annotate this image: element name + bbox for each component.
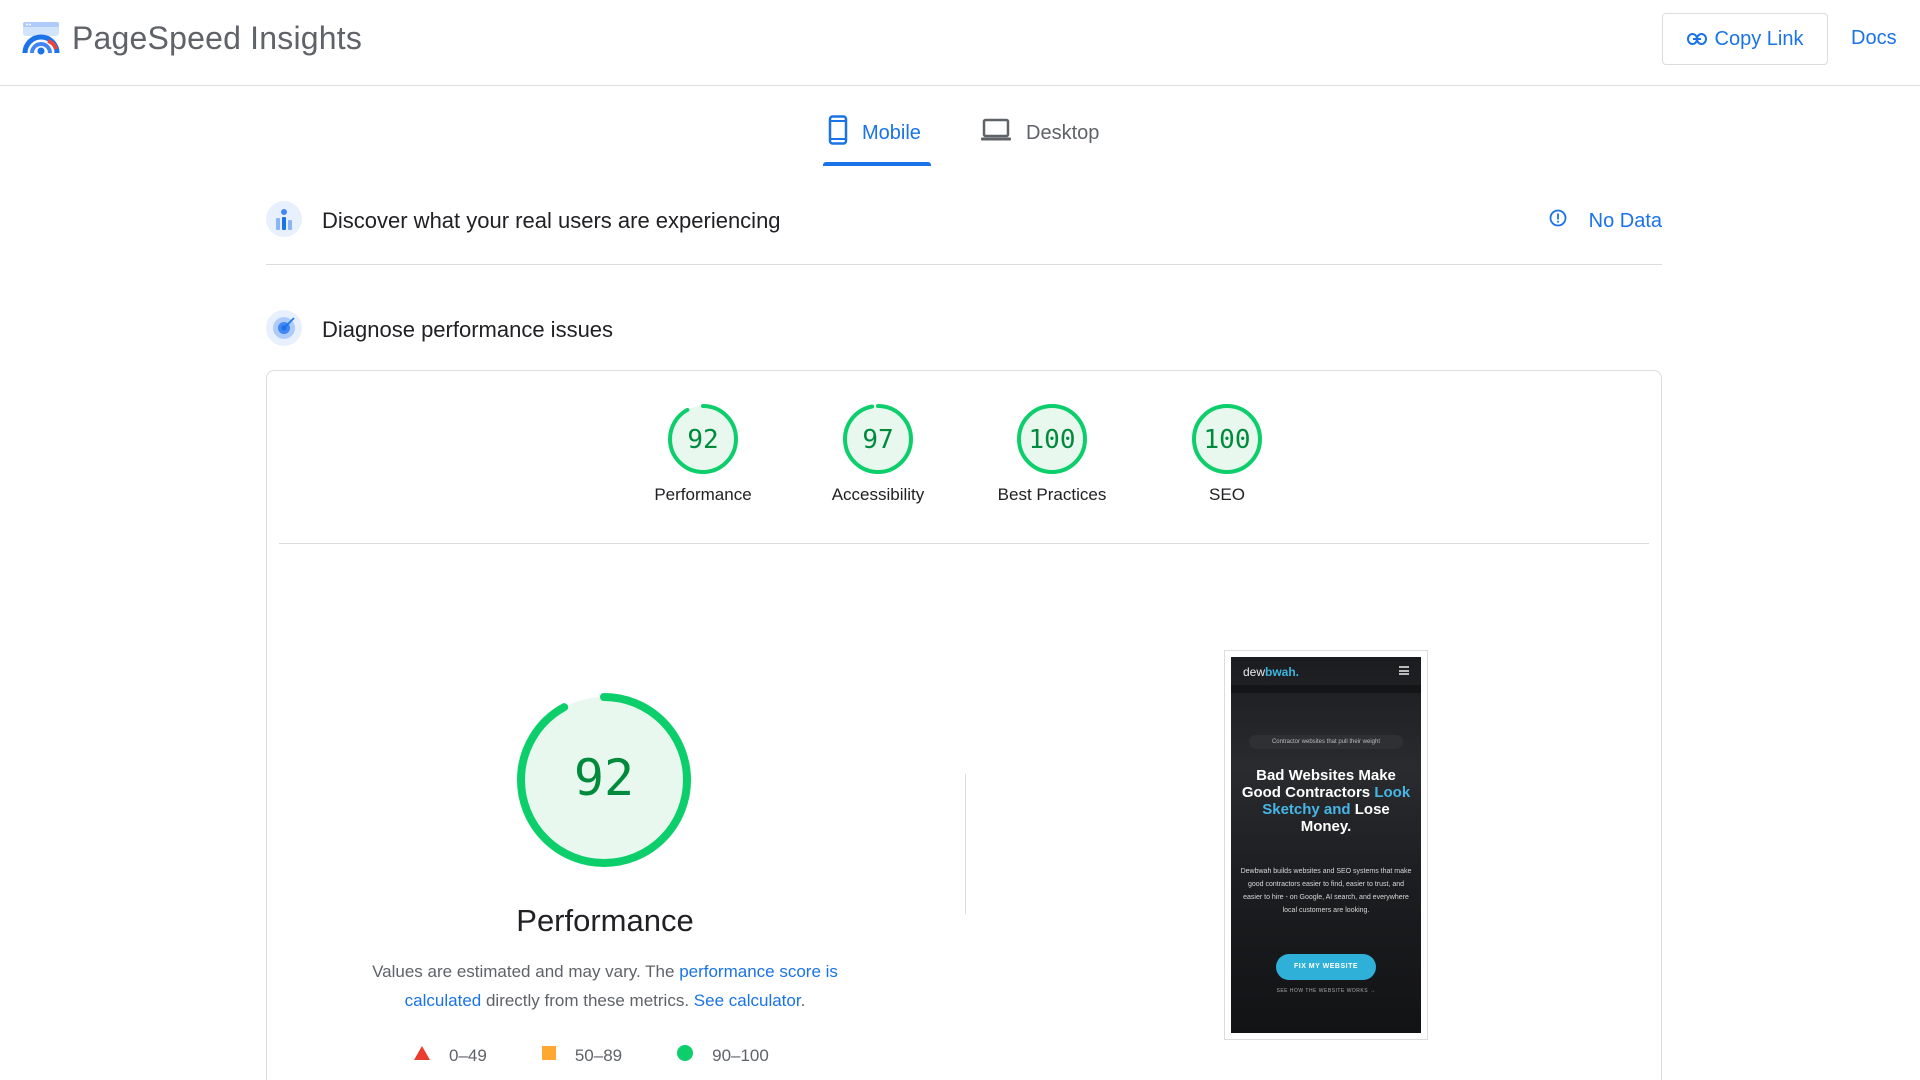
tab-mobile-label: Mobile — [862, 121, 921, 144]
gauge-accessibility[interactable]: 97 Accessibility — [808, 403, 948, 505]
accessibility-gauge-ring: 97 — [843, 404, 913, 474]
tab-desktop-label: Desktop — [1026, 121, 1100, 144]
smartphone-icon — [823, 115, 862, 151]
best-practices-label: Best Practices — [997, 485, 1107, 504]
lab-target-icon — [266, 309, 302, 351]
link-icon — [1686, 28, 1715, 51]
no-data-label: No Data — [1588, 209, 1662, 232]
docs-link[interactable]: Docs — [1851, 27, 1897, 50]
pagespeed-logo-icon — [22, 21, 60, 57]
gauge-seo[interactable]: 100 SEO — [1157, 403, 1297, 505]
accessibility-score-value: 97 — [862, 425, 893, 455]
seo-score-value: 100 — [1204, 425, 1251, 455]
screenshot-logo: dewbwah. — [1243, 665, 1300, 679]
performance-big-gauge: 92 — [513, 689, 695, 876]
lighthouse-report-card: 92 Performance 97 Accessibility 100 Best… — [266, 370, 1662, 1080]
see-calculator-link[interactable]: See calculator — [694, 991, 801, 1010]
brand[interactable]: PageSpeed Insights — [22, 20, 362, 57]
diagnose-title: Diagnose performance issues — [322, 317, 614, 342]
device-tabs: Mobile Desktop — [0, 100, 1920, 166]
tab-desktop[interactable]: Desktop — [980, 100, 1099, 166]
screenshot-sub-link: SEE HOW THE WEBSITE WORKS → — [1276, 988, 1376, 994]
field-data-section: Discover what your real users are experi… — [266, 200, 1662, 242]
screenshot-content: dewbwah. Contractor websites that pull t… — [1231, 657, 1421, 1033]
screenshot-headline: Bad Websites Make Good Contractors Look … — [1241, 767, 1411, 835]
no-data-link[interactable]: No Data — [1549, 209, 1662, 233]
performance-label: Performance — [654, 485, 752, 504]
legend-average: 50–89 — [541, 1045, 622, 1066]
copy-link-button[interactable]: Copy Link — [1662, 13, 1828, 65]
orange-square-icon — [541, 1045, 575, 1066]
performance-score-value: 92 — [687, 425, 718, 455]
best-practices-score-value: 100 — [1029, 425, 1076, 455]
page-screenshot-thumbnail[interactable]: dewbwah. Contractor websites that pull t… — [1224, 650, 1428, 1040]
info-icon — [1549, 209, 1589, 233]
tab-mobile[interactable]: Mobile — [823, 100, 931, 166]
legend-fail: 0–49 — [413, 1045, 487, 1066]
red-triangle-icon — [413, 1045, 449, 1066]
seo-gauge-ring: 100 — [1192, 404, 1262, 474]
section-divider — [266, 264, 1662, 265]
note-middle: directly from these metrics. — [481, 991, 694, 1010]
laptop-icon — [980, 118, 1026, 148]
green-circle-icon — [676, 1044, 712, 1067]
best-practices-gauge-ring: 100 — [1017, 404, 1087, 474]
legend-pass-label: 90–100 — [712, 1045, 769, 1065]
legend-fail-label: 0–49 — [449, 1045, 487, 1065]
performance-gauge-ring: 92 — [668, 404, 738, 474]
note-suffix: . — [800, 991, 806, 1010]
performance-big-score: 92 — [574, 749, 634, 807]
performance-note: Values are estimated and may vary. The p… — [343, 957, 867, 1015]
copy-link-label: Copy Link — [1714, 27, 1804, 50]
diagnose-section: Diagnose performance issues — [266, 309, 1662, 351]
seo-label: SEO — [1209, 485, 1245, 504]
screenshot-cta-button: FIX MY WEBSITE — [1276, 954, 1376, 980]
hamburger-menu-icon — [1399, 666, 1409, 675]
vertical-divider — [965, 774, 966, 914]
screenshot-body: Dewbwah builds websites and SEO systems … — [1240, 868, 1412, 914]
screenshot-badge: Contractor websites that pull their weig… — [1249, 735, 1403, 749]
legend-average-label: 50–89 — [574, 1045, 623, 1065]
score-legend: 0–49 50–89 90–100 — [413, 1044, 823, 1067]
brand-name: PageSpeed Insights — [72, 20, 363, 56]
note-prefix: Values are estimated and may vary. The — [372, 962, 680, 981]
screenshot-strip — [1231, 685, 1421, 693]
category-gauges: 92 Performance 97 Accessibility 100 Best… — [267, 403, 1661, 523]
field-data-title: Discover what your real users are experi… — [322, 208, 781, 233]
gauges-divider — [279, 543, 1649, 544]
performance-heading: Performance — [516, 903, 694, 938]
top-bar: PageSpeed Insights Copy Link Docs — [0, 0, 1920, 86]
legend-pass: 90–100 — [676, 1044, 769, 1067]
gauge-best-practices[interactable]: 100 Best Practices — [982, 403, 1122, 505]
performance-big-gauge-ring: 92 — [517, 693, 691, 867]
gauge-performance[interactable]: 92 Performance — [633, 403, 773, 505]
users-chart-icon — [266, 200, 302, 242]
accessibility-label: Accessibility — [831, 485, 925, 504]
